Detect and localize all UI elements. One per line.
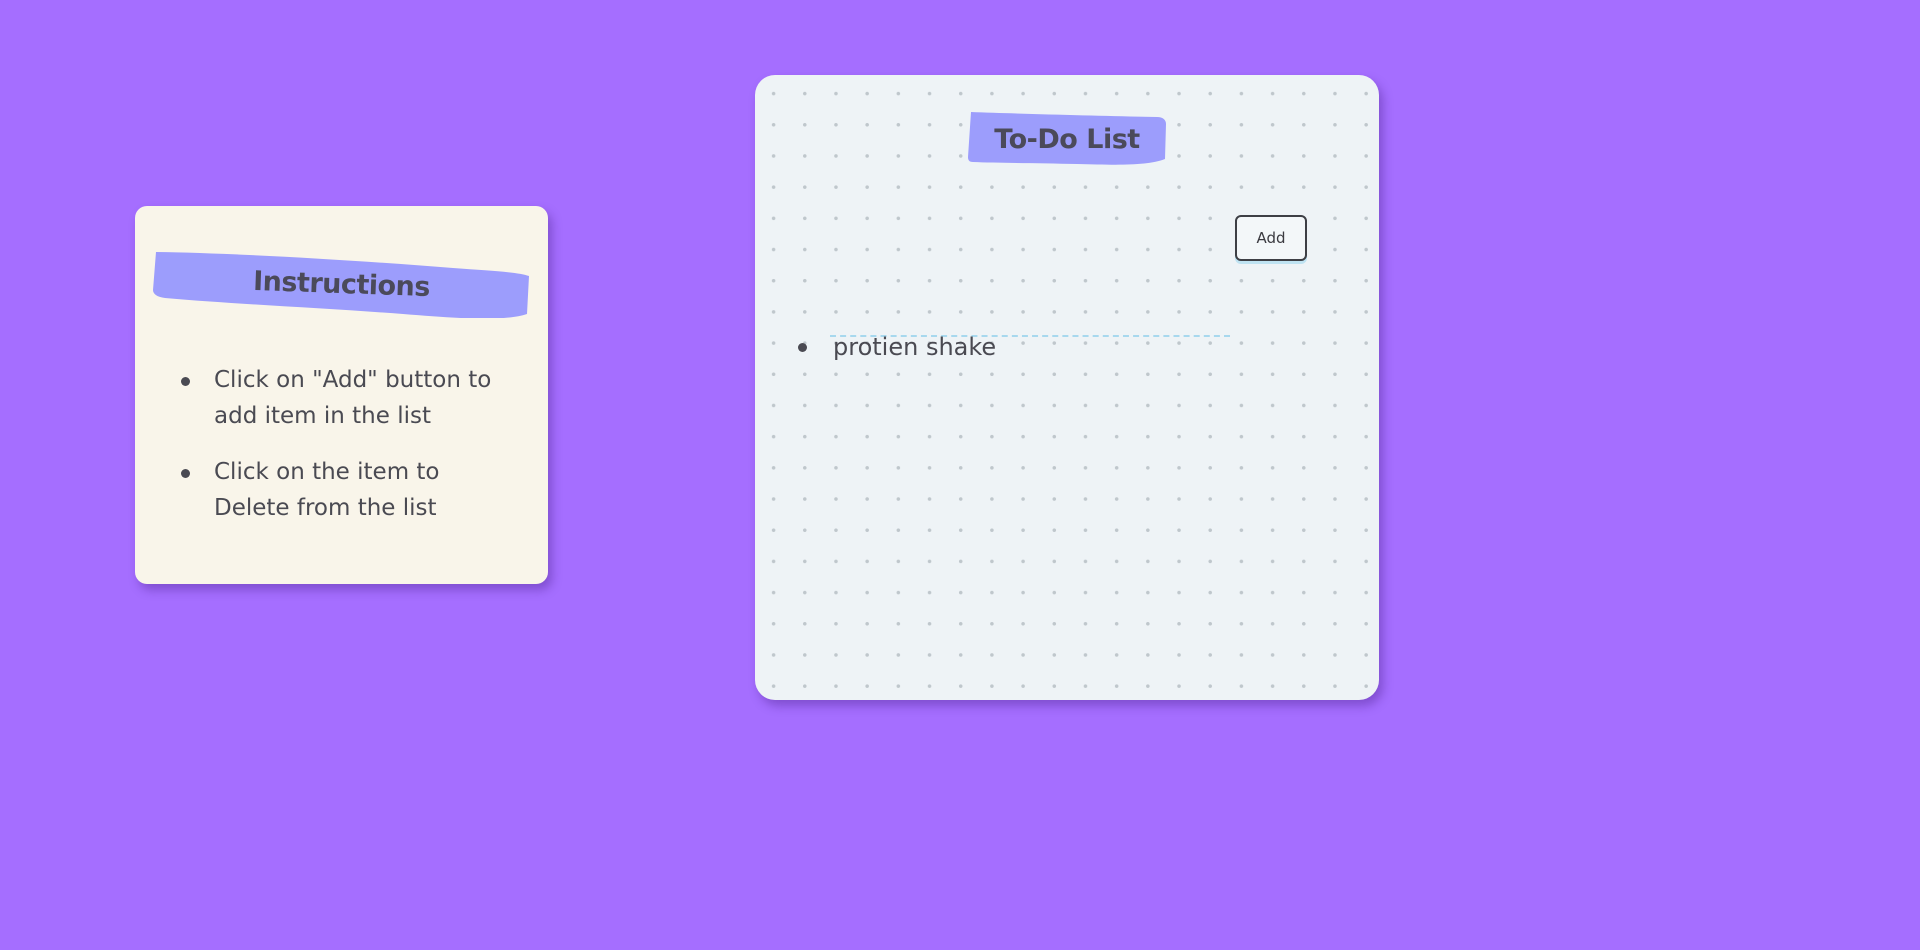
instructions-banner: Instructions <box>153 252 530 318</box>
instruction-text: Click on "Add" button to add item in the… <box>214 367 492 429</box>
bullet-icon <box>181 377 190 386</box>
add-button[interactable]: Add <box>1235 215 1307 261</box>
todo-banner: To-Do List <box>967 112 1167 168</box>
page: Instructions Click on "Add" button to ad… <box>0 0 1920 950</box>
instructions-list: Click on "Add" button to add item in the… <box>179 362 519 546</box>
instruction-item: Click on "Add" button to add item in the… <box>179 362 519 434</box>
instructions-title: Instructions <box>252 265 431 304</box>
bullet-icon <box>798 343 807 352</box>
instruction-text: Click on the item to Delete from the lis… <box>214 459 440 521</box>
todo-list: protien shake <box>795 327 1335 367</box>
todo-item[interactable]: protien shake <box>795 327 1335 367</box>
instruction-item: Click on the item to Delete from the lis… <box>179 454 519 526</box>
todo-title: To-Do List <box>994 124 1140 155</box>
todo-card: To-Do List Add protien shake <box>755 75 1379 700</box>
bullet-icon <box>181 469 190 478</box>
todo-item-text: protien shake <box>833 333 997 361</box>
instructions-card: Instructions Click on "Add" button to ad… <box>135 206 548 584</box>
